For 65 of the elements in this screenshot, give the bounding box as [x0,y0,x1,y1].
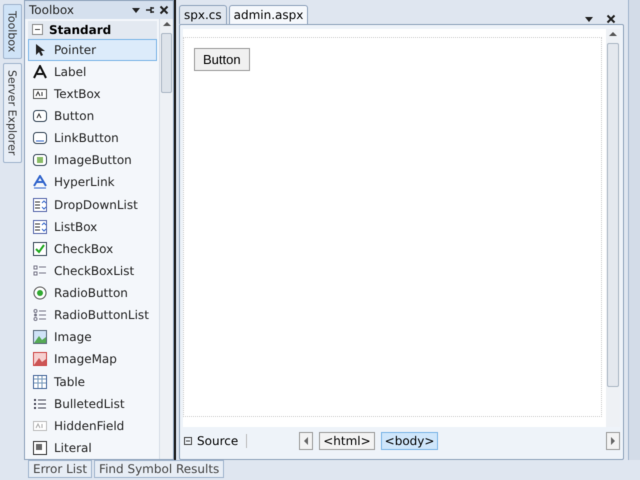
toolbox-item[interactable]: HiddenField [28,414,157,437]
toolbox-item[interactable]: Button [28,104,157,128]
tag-breadcrumb[interactable]: <body> [380,432,438,450]
toolbox-item[interactable]: BulletedList [28,392,157,415]
side-tab[interactable]: Toolbox [2,4,22,60]
pin-icon[interactable] [145,5,155,15]
toolbox-item[interactable]: TextBox [28,82,157,105]
document-tab[interactable]: spx.cs [179,5,227,24]
bulleted-list-icon [33,396,47,411]
radio-button-icon [33,286,47,300]
toolbox-item[interactable]: Literal [28,436,157,459]
link-button-icon [33,131,47,146]
radio-button-list-icon [33,308,47,322]
side-tab[interactable]: Server Explorer [2,63,22,163]
toolbox-item[interactable]: Pointer [28,38,157,61]
document-tab[interactable]: admin.aspx [228,5,308,24]
toolbox-item[interactable]: RadioButton [28,282,157,304]
toolbox-item[interactable]: ImageMap [28,348,157,370]
toolbox-item[interactable]: DropDownList [28,193,157,216]
toolbox-item[interactable]: ListBox [28,216,157,238]
scroll-up-icon[interactable] [608,29,618,39]
collapse-icon[interactable] [32,24,43,36]
checkbox-icon [33,242,47,256]
button-icon [33,109,47,124]
toolbox-item[interactable]: LinkButton [28,127,157,150]
design-button[interactable]: Button [194,48,250,71]
literal-icon [33,440,47,455]
list-box-icon [33,220,47,234]
toolbox-item[interactable]: CheckBox [28,238,157,260]
toolbox-item[interactable]: Table [28,370,157,393]
panel-title: Toolbox [29,3,75,17]
scroll-right-button[interactable] [606,432,620,450]
table-icon [33,374,47,389]
dropdown-icon[interactable] [131,5,141,15]
image-icon [33,330,47,344]
design-view-icon [183,436,193,446]
scrollbar[interactable] [606,29,620,427]
close-icon[interactable] [606,14,616,24]
scroll-left-button[interactable] [299,432,314,450]
textbox-icon [33,86,47,101]
scrollbar[interactable] [159,19,173,459]
scroll-right-icon [608,436,618,446]
scroll-thumb[interactable] [607,43,619,387]
dropdown-list-icon [33,198,47,212]
bottom-tab[interactable]: Error List [28,460,92,478]
image-map-icon [33,352,47,366]
toolbox-item[interactable]: Label [28,60,157,83]
letter-a-icon [33,64,47,79]
group-label: Standard [49,22,112,37]
scroll-thumb[interactable] [161,33,172,93]
toolbox-item[interactable]: RadioButtonList [28,304,157,326]
pointer-icon [33,42,47,57]
tag-breadcrumb[interactable]: <html> [319,432,375,450]
group-header[interactable]: Standard [28,21,157,39]
checkbox-list-icon [33,264,47,278]
source-tab[interactable]: Source [183,434,248,448]
toolbox-item[interactable]: CheckBoxList [28,260,157,282]
toolbox-item[interactable]: HyperLink [28,171,157,194]
hidden-field-icon [33,418,47,433]
toolbox-item[interactable]: Image [28,326,157,348]
bottom-tab[interactable]: Find Symbol Results [94,460,224,478]
toolbox-item[interactable]: ImageButton [28,149,157,172]
image-button-icon [33,153,47,168]
letter-a-icon [33,175,47,190]
close-icon[interactable] [159,5,169,15]
